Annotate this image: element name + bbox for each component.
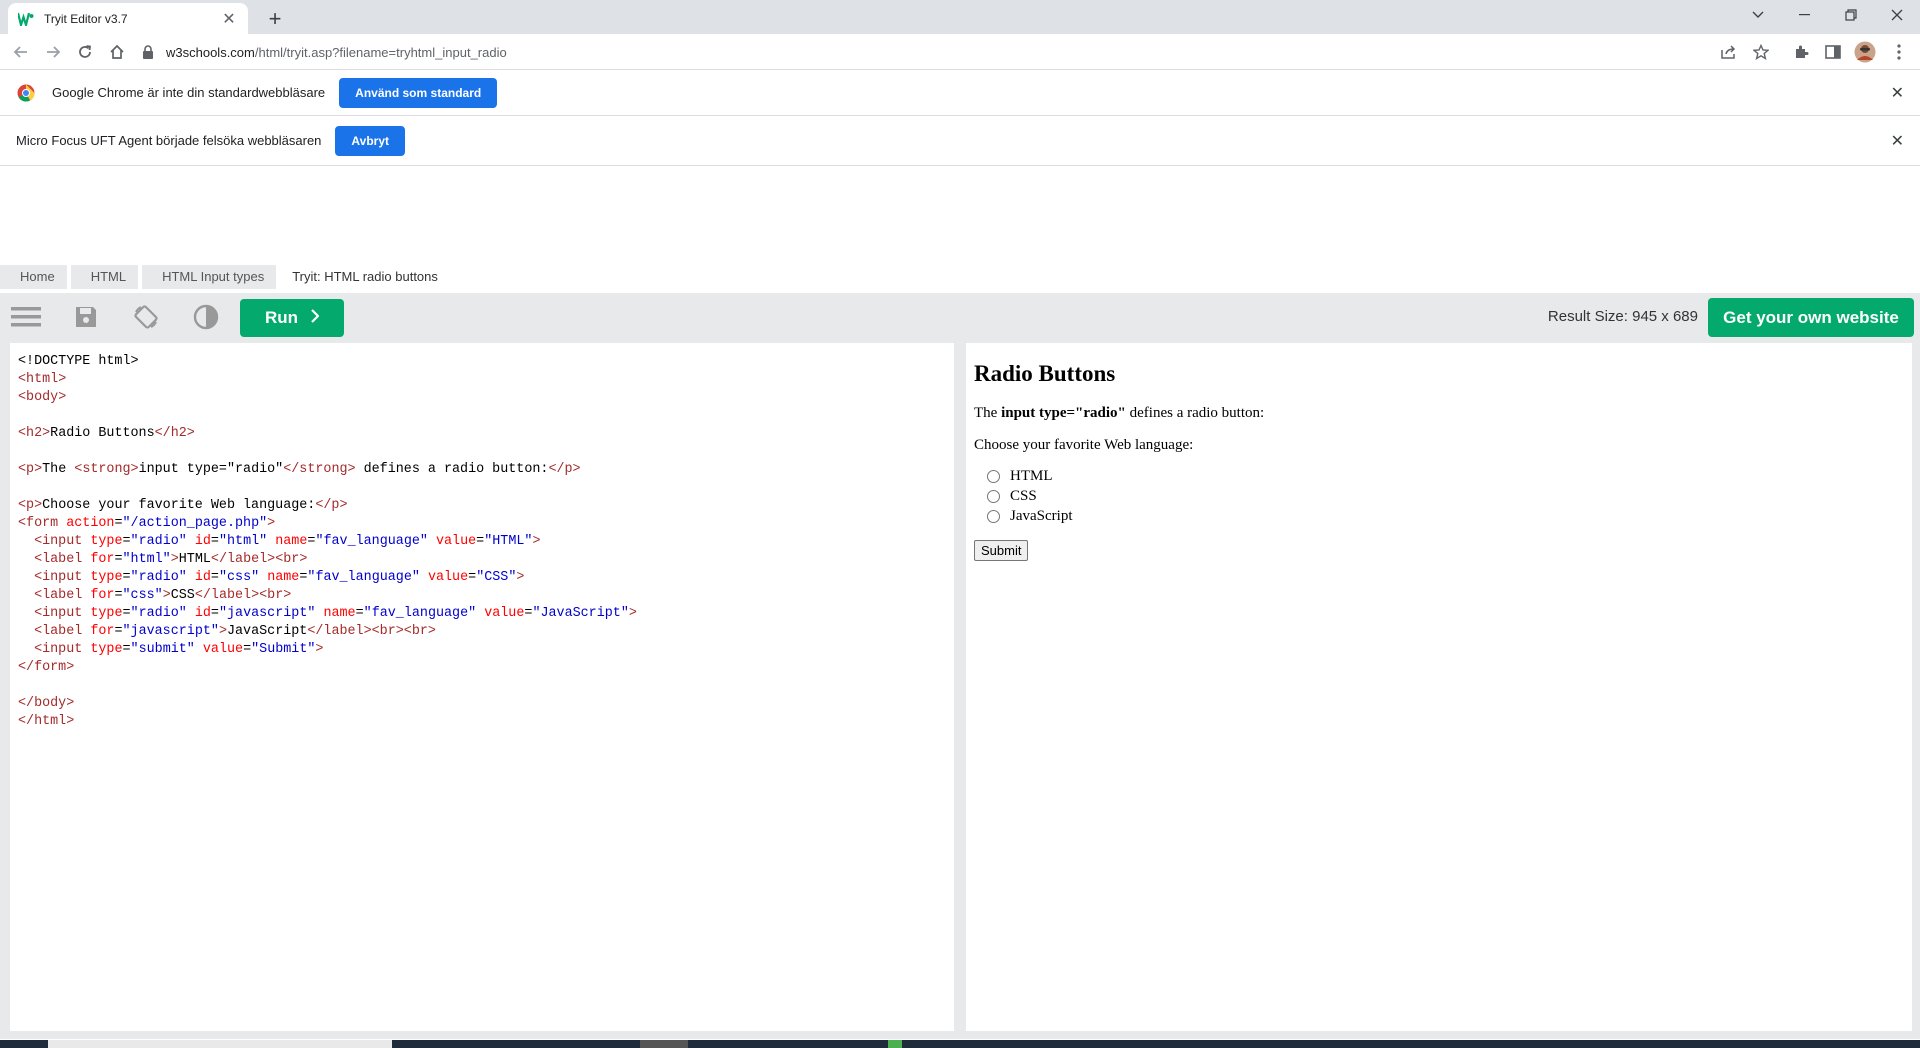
cancel-button[interactable]: Avbryt	[335, 125, 405, 156]
code-line[interactable]	[18, 677, 946, 695]
radio-button[interactable]	[987, 509, 1000, 523]
code-line[interactable]: <html>	[18, 371, 946, 389]
taskbar-item[interactable]	[640, 1040, 688, 1048]
chevron-right-icon	[310, 308, 320, 328]
close-window-icon[interactable]	[1874, 0, 1920, 30]
tab-close-icon[interactable]: ✕	[220, 9, 238, 29]
breadcrumb-current: Tryit: HTML radio buttons	[292, 269, 438, 284]
home-icon[interactable]	[104, 39, 130, 65]
radio-option-javascript[interactable]: JavaScript	[974, 506, 1904, 526]
result-heading: Radio Buttons	[974, 361, 1116, 386]
side-panel-icon[interactable]	[1820, 39, 1846, 65]
breadcrumb-home[interactable]: Home	[0, 265, 67, 289]
run-label: Run	[264, 308, 299, 327]
code-line[interactable]: <label for="html">HTML</label><br>	[18, 551, 946, 569]
extensions-icon[interactable]	[1788, 39, 1814, 65]
url-text: w3schools.com/html/tryit.asp?filename=tr…	[166, 44, 507, 60]
code-line[interactable]: <input type="submit" value="Submit">	[18, 641, 946, 659]
chrome-icon	[17, 84, 35, 102]
profile-avatar[interactable]	[1852, 39, 1878, 65]
radio-label[interactable]: HTML	[1010, 468, 1053, 485]
run-button[interactable]: Run	[240, 299, 344, 337]
menu-dots-icon[interactable]	[1886, 39, 1912, 65]
tab-search-icon[interactable]	[1735, 0, 1781, 30]
radio-label[interactable]: JavaScript	[1010, 508, 1072, 525]
default-browser-infobar: Google Chrome är inte din standardwebblä…	[0, 70, 1920, 116]
browser-tab[interactable]: Tryit Editor v3.7 ✕	[8, 3, 248, 34]
code-line[interactable]	[18, 407, 946, 425]
submit-button[interactable]: Submit	[974, 540, 1029, 561]
code-line[interactable]: <p>The <strong>input type="radio"</stron…	[18, 461, 946, 479]
new-tab-icon[interactable]: +	[262, 6, 288, 32]
code-line[interactable]: <input type="radio" id="css" name="fav_l…	[18, 569, 946, 587]
code-line[interactable]: <label for="css">CSS</label><br>	[18, 587, 946, 605]
code-line[interactable]	[18, 443, 946, 461]
minimize-icon[interactable]	[1782, 0, 1828, 30]
tab-strip: Tryit Editor v3.7 ✕ +	[0, 0, 1920, 34]
code-line[interactable]: <input type="radio" id="javascript" name…	[18, 605, 946, 623]
code-line[interactable]: <p>Choose your favorite Web language:</p…	[18, 497, 946, 515]
get-own-website-button[interactable]: Get your own website	[1708, 298, 1914, 337]
close-icon[interactable]: ✕	[1891, 131, 1904, 151]
radio-option-html[interactable]: HTML	[974, 466, 1904, 486]
restore-icon[interactable]	[1828, 0, 1874, 30]
breadcrumb-input-types[interactable]: HTML Input types	[142, 265, 277, 289]
address-bar[interactable]: w3schools.com/html/tryit.asp?filename=tr…	[140, 38, 1780, 66]
share-icon[interactable]	[1716, 39, 1742, 65]
uft-agent-message: Micro Focus UFT Agent började felsöka we…	[16, 133, 322, 148]
result-size: Result Size: 945 x 689	[1547, 308, 1698, 325]
menu-icon[interactable]	[10, 301, 42, 333]
code-editor[interactable]: <!DOCTYPE html> <html> <body> <h2>Radio Bu…	[10, 343, 954, 1031]
save-icon[interactable]	[70, 301, 102, 333]
rotate-icon[interactable]	[130, 301, 162, 333]
result-intro: The input type="radio" defines a radio b…	[974, 405, 1265, 421]
code-line[interactable]: <label for="javascript">JavaScript</labe…	[18, 623, 946, 641]
code-line[interactable]: </body>	[18, 695, 946, 713]
code-line[interactable]: <body>	[18, 389, 946, 407]
forward-icon[interactable]	[40, 39, 66, 65]
breadcrumb-html[interactable]: HTML	[70, 265, 139, 289]
radio-option-css[interactable]: CSS	[974, 486, 1904, 506]
theme-contrast-icon[interactable]	[190, 301, 222, 333]
breadcrumb: Home HTML HTML Input types Tryit: HTML r…	[0, 265, 454, 289]
back-icon[interactable]	[8, 39, 34, 65]
code-line[interactable]: <!DOCTYPE html>	[18, 353, 946, 371]
radio-button[interactable]	[987, 469, 1000, 483]
taskbar-item[interactable]	[888, 1040, 902, 1048]
result-choose-text: Choose your favorite Web language:	[974, 437, 1194, 453]
editor-panels: <!DOCTYPE html> <html> <body> <h2>Radio Bu…	[0, 341, 1920, 1039]
code-line[interactable]: <input type="radio" id="html" name="fav_…	[18, 533, 946, 551]
browser-toolbar: w3schools.com/html/tryit.asp?filename=tr…	[0, 34, 1920, 70]
tab-title: Tryit Editor v3.7	[44, 11, 128, 26]
code-line[interactable]: <h2>Radio Buttons</h2>	[18, 425, 946, 443]
lock-icon[interactable]	[140, 44, 156, 60]
code-line[interactable]: <form action="/action_page.php">	[18, 515, 946, 533]
result-frame[interactable]: Radio Buttons The input type="radio" def…	[966, 343, 1912, 1031]
uft-agent-infobar: Micro Focus UFT Agent började felsöka we…	[0, 116, 1920, 166]
w3schools-icon	[18, 11, 34, 27]
reload-icon[interactable]	[72, 39, 98, 65]
code-line[interactable]: </form>	[18, 659, 946, 677]
taskbar-item[interactable]	[48, 1040, 392, 1048]
default-browser-message: Google Chrome är inte din standardwebblä…	[52, 85, 326, 100]
bookmark-star-icon[interactable]	[1748, 39, 1774, 65]
radio-button[interactable]	[987, 489, 1000, 503]
set-default-button[interactable]: Använd som standard	[339, 77, 498, 108]
editor-toolbar: Run Result Size: 945 x 689 Get your own …	[0, 293, 1920, 341]
radio-label[interactable]: CSS	[1010, 488, 1037, 505]
code-line[interactable]	[18, 479, 946, 497]
close-icon[interactable]: ✕	[1891, 83, 1904, 103]
code-line[interactable]: </html>	[18, 713, 946, 731]
